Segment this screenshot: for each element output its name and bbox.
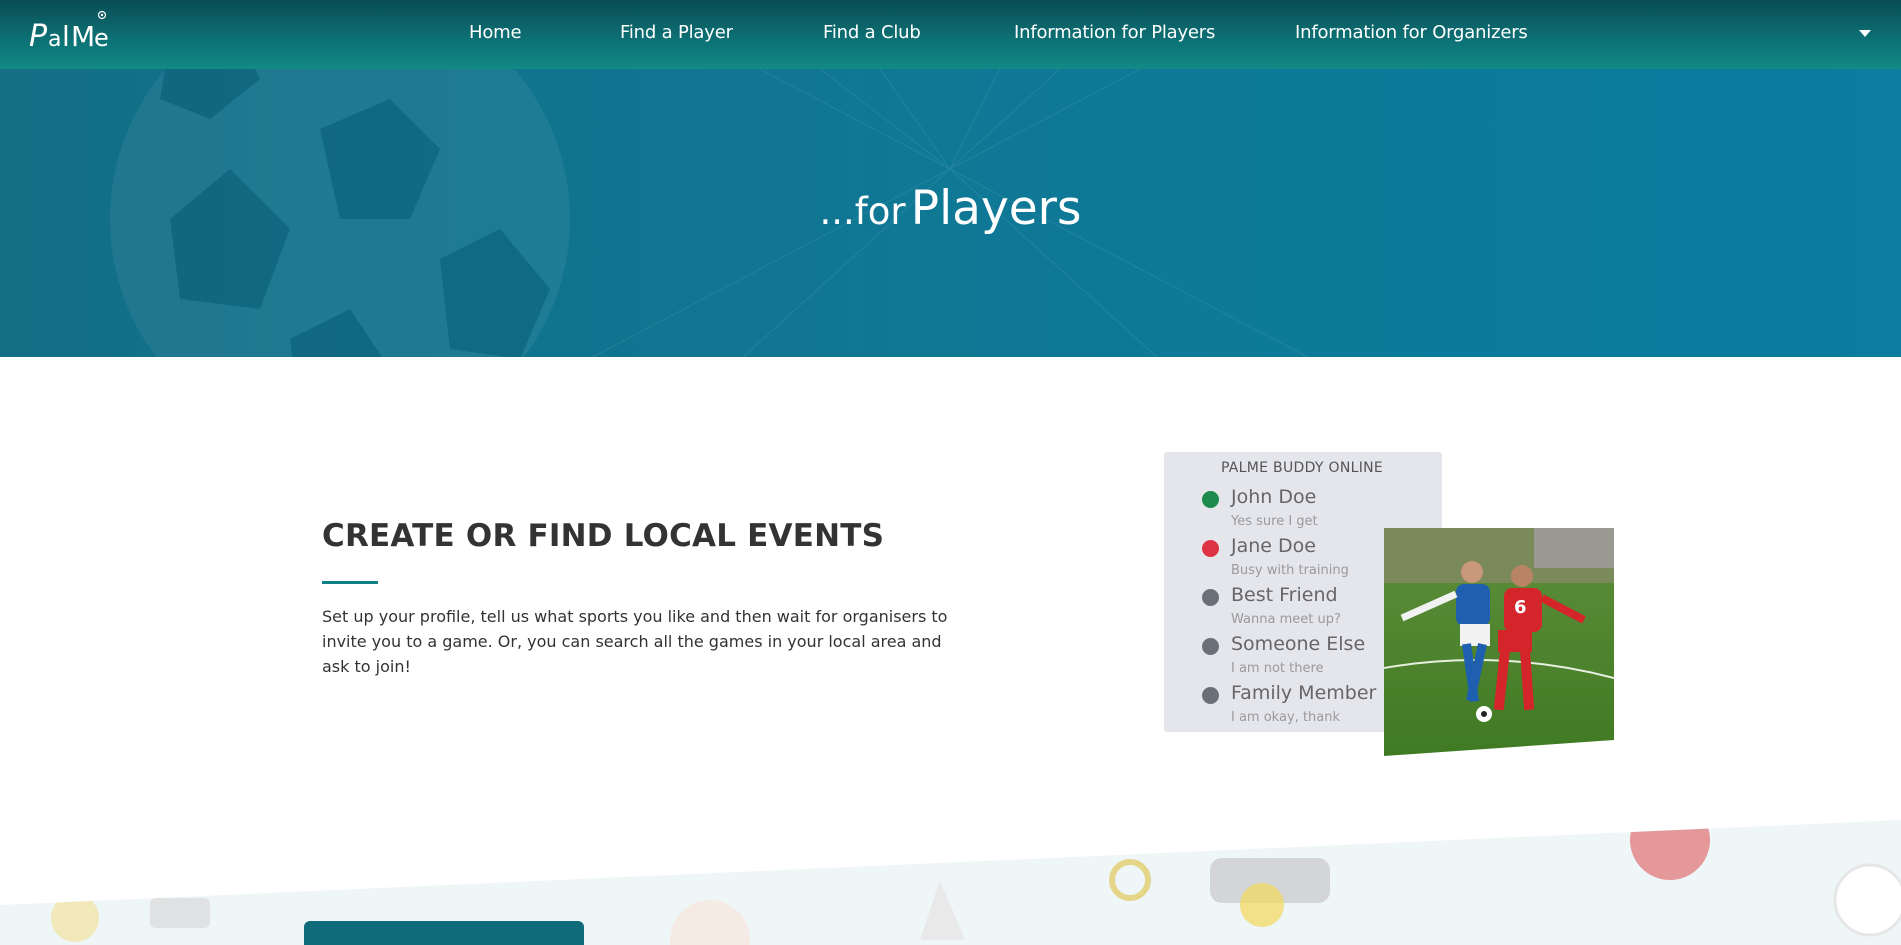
- main-nav: Home Find a Player Find a Club Informati…: [0, 0, 1901, 69]
- buddy-name: Jane Doe: [1231, 535, 1316, 557]
- buddy-status: I am okay, thank: [1231, 710, 1340, 725]
- section-description: Set up your profile, tell us what sports…: [322, 607, 948, 676]
- buddy-status: Wanna meet up?: [1231, 612, 1341, 627]
- offline-status-icon: [1202, 589, 1219, 606]
- buddy-name: Family Member: [1231, 682, 1377, 704]
- buddy-widget-title: PALME BUDDY ONLINE: [1220, 460, 1384, 476]
- caret-down-icon[interactable]: [1859, 30, 1871, 37]
- sports-equipment-banner: [0, 820, 1901, 945]
- buddy-name: Someone Else: [1231, 633, 1366, 655]
- section-title: CREATE OR FIND LOCAL EVENTS: [322, 518, 885, 554]
- buddy-item: John Doe Yes sure I get: [1202, 484, 1442, 530]
- busy-status-icon: [1202, 540, 1219, 557]
- sports-equipment-pattern: [51, 820, 1901, 945]
- offline-status-icon: [1202, 638, 1219, 655]
- hero-title: ...for Players: [0, 181, 1901, 236]
- feature-card-top: [304, 921, 584, 945]
- buddy-status: Busy with training: [1231, 563, 1349, 578]
- nav-find-a-club[interactable]: Find a Club: [823, 22, 921, 43]
- buddy-status: Yes sure I get: [1231, 514, 1318, 529]
- soccer-players-photo: 6: [1384, 528, 1614, 756]
- nav-home[interactable]: Home: [469, 22, 522, 43]
- buddy-name: John Doe: [1231, 486, 1317, 508]
- soccer-photo-illustration: 6: [1384, 528, 1614, 756]
- buddy-name: Best Friend: [1231, 584, 1338, 606]
- nav-information-for-players[interactable]: Information for Players: [1014, 22, 1215, 43]
- online-status-icon: [1202, 491, 1219, 508]
- hero-title-main: Players: [910, 181, 1082, 236]
- navbar: P a l M e Home Find a Player Find a Club…: [0, 0, 1901, 69]
- hero-title-prefix: ...for: [819, 190, 906, 233]
- offline-status-icon: [1202, 687, 1219, 704]
- nav-find-a-player[interactable]: Find a Player: [620, 22, 733, 43]
- svg-text:6: 6: [1514, 597, 1527, 618]
- hero-banner: ...for Players: [0, 69, 1901, 357]
- buddy-status: I am not there: [1231, 661, 1324, 676]
- title-accent-line: [322, 581, 378, 584]
- nav-information-for-organizers[interactable]: Information for Organizers: [1295, 22, 1528, 43]
